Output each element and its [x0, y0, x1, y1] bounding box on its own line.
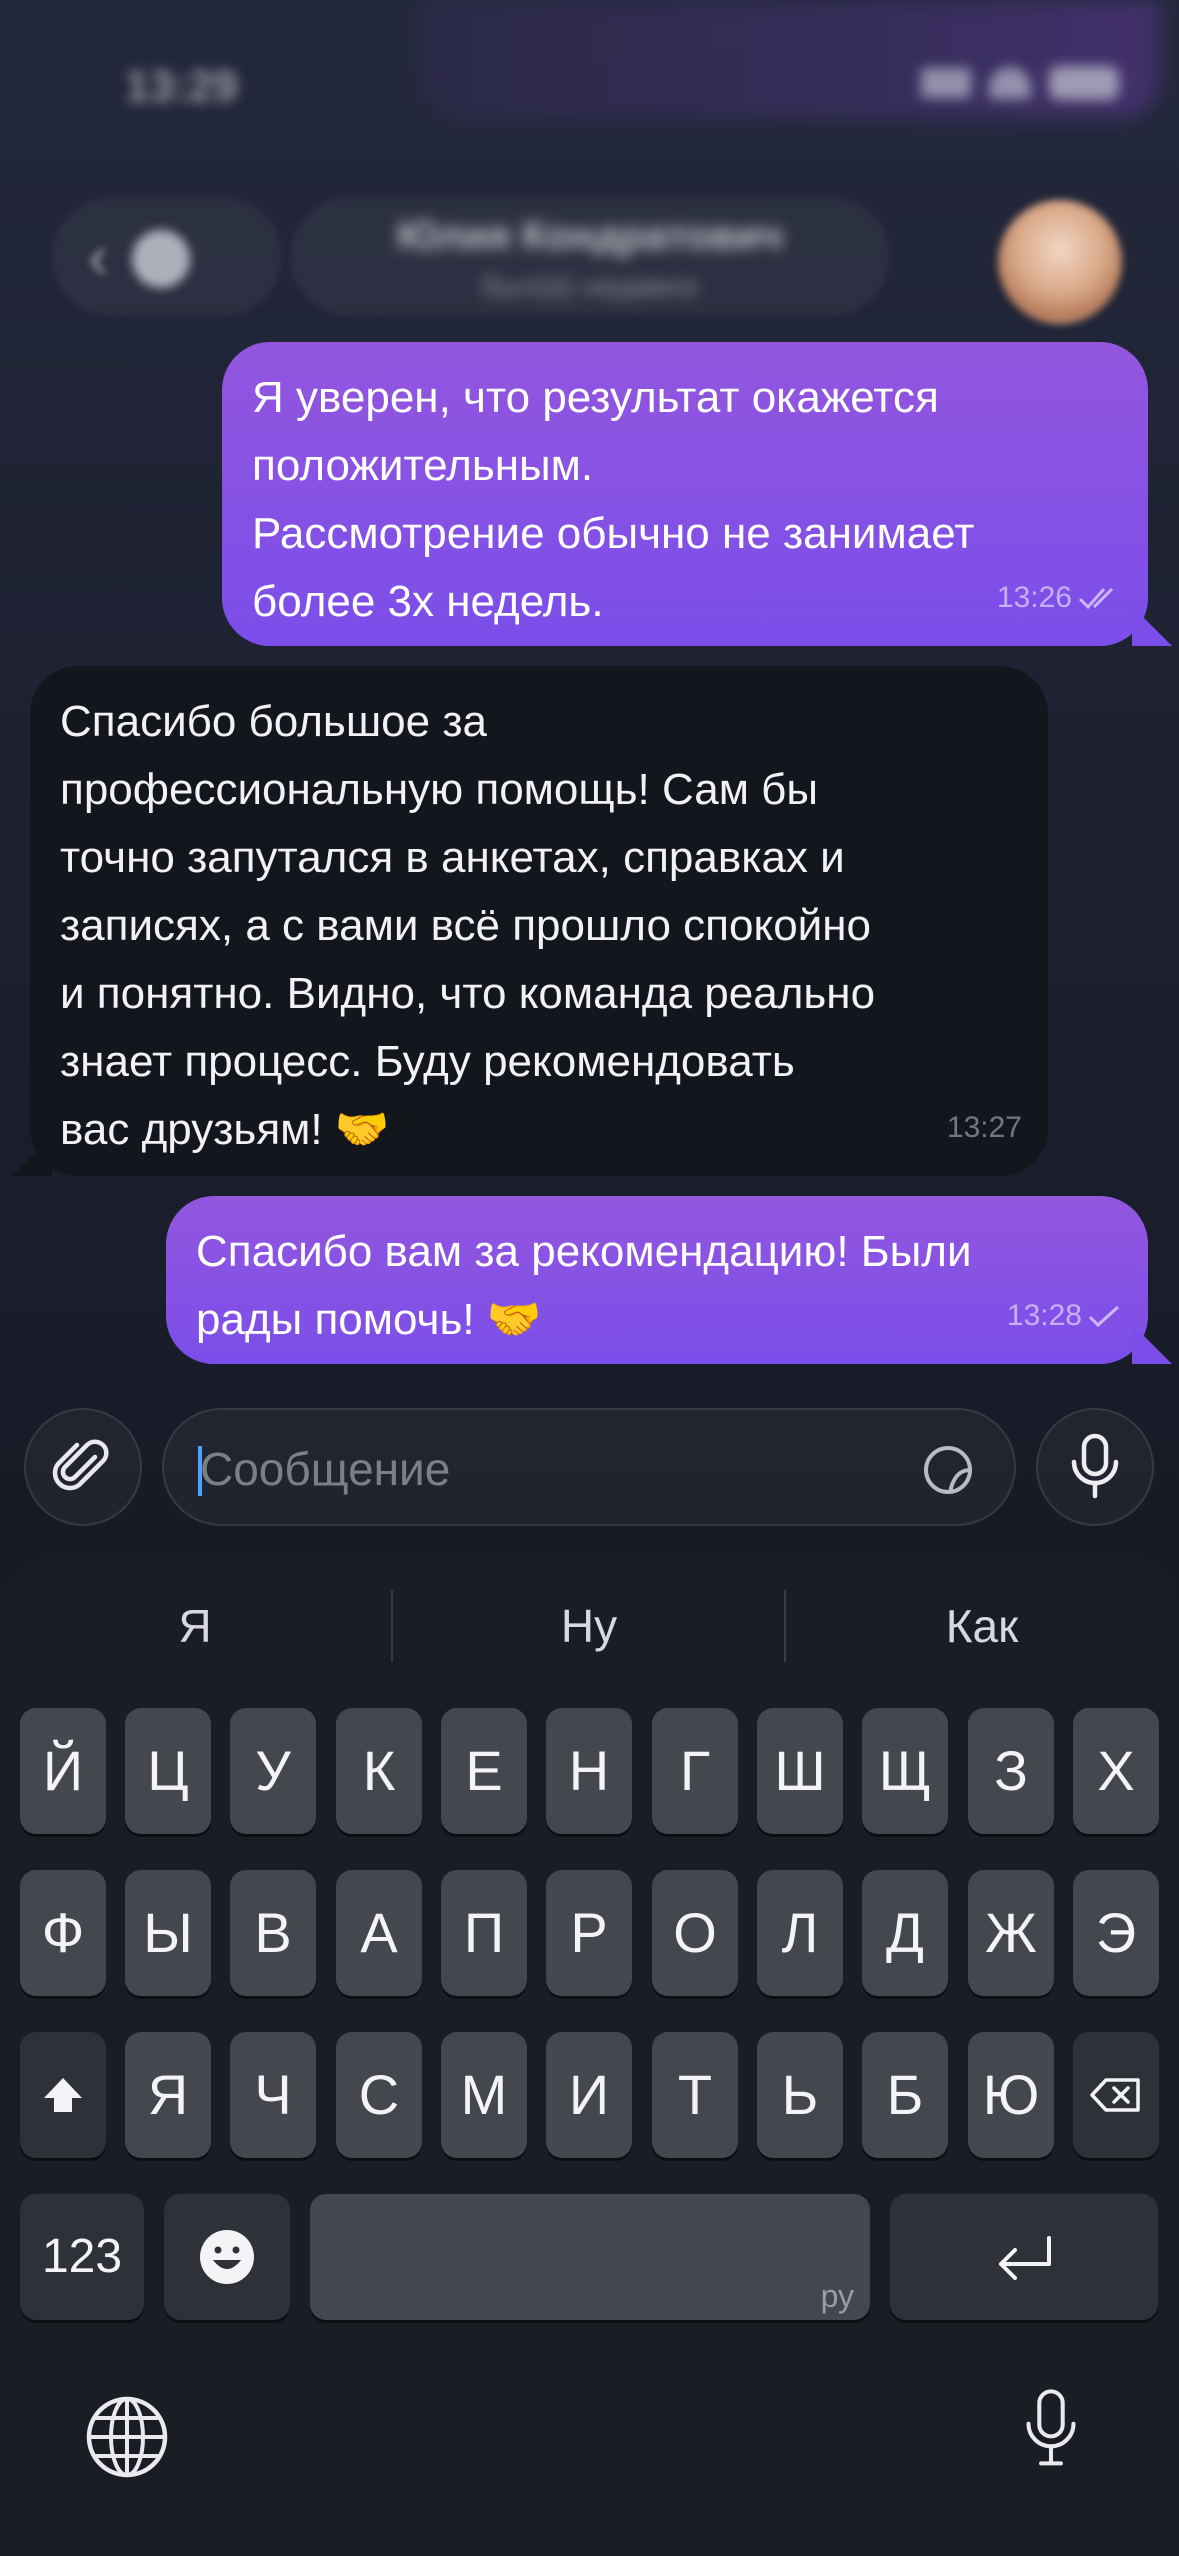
key[interactable]: Щ [862, 1708, 948, 1834]
key[interactable]: Ю [968, 2032, 1054, 2158]
key[interactable]: Ж [968, 1870, 1054, 1996]
backspace-key[interactable] [1073, 2032, 1159, 2158]
chevron-left-icon: ‹ [88, 223, 108, 290]
contact-status: был(а) недавно [481, 270, 699, 303]
contact-name: Юлия Кондратович [397, 214, 783, 258]
emoji-key[interactable] [164, 2194, 290, 2320]
key[interactable]: А [336, 1870, 422, 1996]
key[interactable]: Й [20, 1708, 106, 1834]
message-meta: 13:28 [1007, 1282, 1122, 1350]
message-input-placeholder: Сообщение [200, 1443, 451, 1495]
return-icon [999, 2236, 1051, 2280]
message-time: 13:27 [946, 1111, 1022, 1144]
message-meta: 13:26 [997, 564, 1122, 632]
suggestion-item[interactable]: Как [787, 1556, 1177, 1696]
message-composer: Сообщение [0, 1400, 1179, 1540]
wifi-icon [989, 67, 1031, 99]
key[interactable]: Ы [125, 1870, 211, 1996]
status-icons [921, 66, 1119, 100]
key[interactable]: З [968, 1708, 1054, 1834]
message-meta: 13:27 [947, 1094, 1022, 1162]
return-key[interactable] [890, 2194, 1158, 2320]
handshake-emoji: 🤝 [334, 1105, 390, 1154]
key[interactable]: Я [125, 2032, 211, 2158]
message-text: Спасибо вам за рекомендацию! Были рады п… [196, 1218, 1118, 1354]
key[interactable]: Ь [757, 2032, 843, 2158]
key[interactable]: Ш [757, 1708, 843, 1834]
dictation-microphone-icon[interactable] [1006, 2386, 1096, 2476]
globe-icon[interactable] [82, 2392, 172, 2482]
key[interactable]: Н [546, 1708, 632, 1834]
message-input[interactable]: Сообщение [162, 1408, 1016, 1526]
space-key[interactable]: ру [310, 2194, 870, 2320]
key[interactable]: Х [1073, 1708, 1159, 1834]
suggestion-bar: Я Ну Как [0, 1556, 1179, 1696]
unread-badge [132, 230, 190, 288]
key[interactable]: Л [757, 1870, 843, 1996]
key[interactable]: Г [652, 1708, 738, 1834]
backspace-icon [1090, 2078, 1140, 2112]
key[interactable]: Ф [20, 1870, 106, 1996]
key[interactable]: О [652, 1870, 738, 1996]
shift-key[interactable] [20, 2032, 106, 2158]
divider [784, 1590, 786, 1662]
battery-icon [1049, 66, 1119, 100]
key[interactable]: Б [862, 2032, 948, 2158]
paperclip-icon [52, 1439, 109, 1491]
language-indicator: ру [820, 2278, 854, 2314]
status-time: 13:29 [125, 62, 238, 111]
keyboard: Я Ну Как Й Ц У К Е Н Г Ш Щ З Х Ф Ы В А П… [0, 1556, 1179, 2556]
message-incoming[interactable]: Спасибо большое за профессиональную помо… [30, 666, 1048, 1176]
attach-button[interactable] [24, 1408, 142, 1526]
avatar[interactable] [998, 200, 1122, 324]
key[interactable]: Ч [230, 2032, 316, 2158]
dynamic-island [420, 0, 1160, 120]
emoji-icon [200, 2230, 254, 2284]
key[interactable]: Е [441, 1708, 527, 1834]
key[interactable]: Ц [125, 1708, 211, 1834]
bubble-tail [1132, 606, 1172, 646]
numbers-key[interactable]: 123 [20, 2194, 144, 2320]
key[interactable]: Д [862, 1870, 948, 1996]
message-time: 13:28 [1006, 1299, 1082, 1332]
key[interactable]: П [441, 1870, 527, 1996]
suggestion-item[interactable]: Я [0, 1556, 390, 1696]
status-bar: 13:29 [0, 0, 1179, 170]
message-time: 13:26 [996, 581, 1072, 614]
sticker-icon[interactable] [922, 1444, 974, 1496]
chat-header: ‹ Юлия Кондратович был(а) недавно [0, 170, 1179, 330]
shift-icon [44, 2078, 82, 2112]
suggestion-item[interactable]: Ну [394, 1556, 784, 1696]
bubble-tail [1132, 1324, 1172, 1364]
message-outgoing[interactable]: Спасибо вам за рекомендацию! Были рады п… [166, 1196, 1148, 1364]
double-check-icon [1078, 587, 1114, 610]
message-text: Я уверен, что результат окажется положит… [252, 373, 975, 626]
check-icon [1088, 1305, 1120, 1328]
key[interactable]: М [441, 2032, 527, 2158]
handshake-emoji: 🤝 [486, 1295, 542, 1344]
key[interactable]: С [336, 2032, 422, 2158]
key[interactable]: У [230, 1708, 316, 1834]
message-text: Спасибо большое за профессиональную помо… [60, 688, 1018, 1164]
message-outgoing[interactable]: Я уверен, что результат окажется положит… [222, 342, 1148, 646]
key[interactable]: И [546, 2032, 632, 2158]
signal-icon [921, 68, 971, 98]
microphone-icon [1071, 1433, 1119, 1499]
key[interactable]: В [230, 1870, 316, 1996]
divider [391, 1590, 393, 1662]
key[interactable]: Э [1073, 1870, 1159, 1996]
key[interactable]: Р [546, 1870, 632, 1996]
key[interactable]: Т [652, 2032, 738, 2158]
voice-record-button[interactable] [1036, 1408, 1154, 1526]
key[interactable]: К [336, 1708, 422, 1834]
